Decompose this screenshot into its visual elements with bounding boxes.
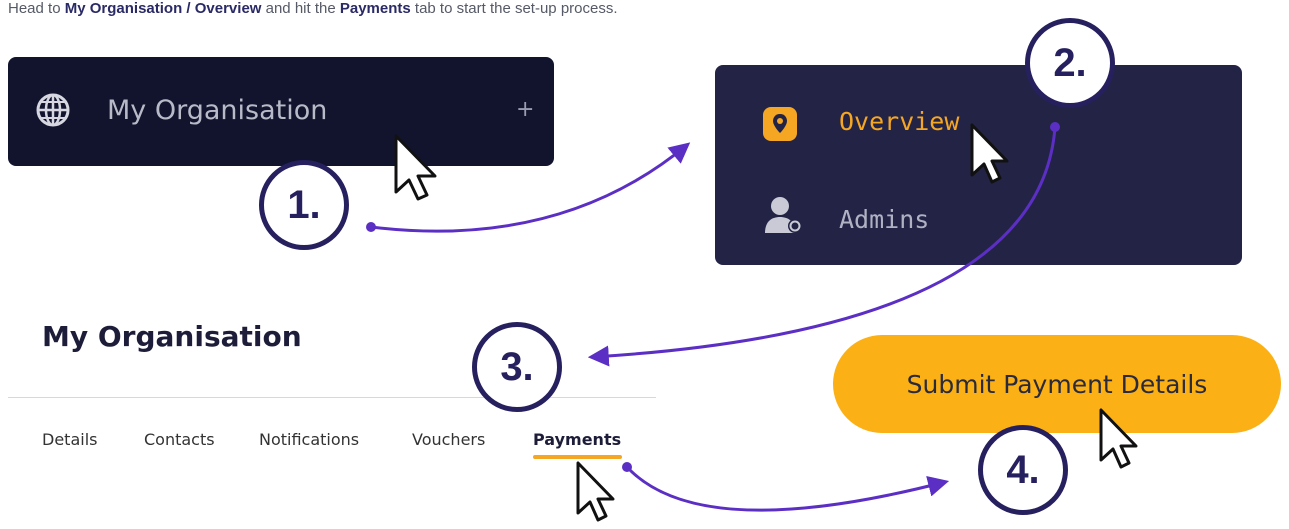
cursor-icon [576, 461, 615, 522]
step-4-badge: 4. [978, 425, 1068, 515]
arrow-step3-to-step4 [625, 465, 950, 512]
cursor-icon [394, 134, 437, 201]
step-1-badge: 1. [259, 160, 349, 250]
step-3-badge: 3. [472, 322, 562, 412]
step-2-badge: 2. [1025, 18, 1115, 108]
cursor-icon [970, 123, 1009, 184]
cursor-icon [1099, 408, 1138, 469]
